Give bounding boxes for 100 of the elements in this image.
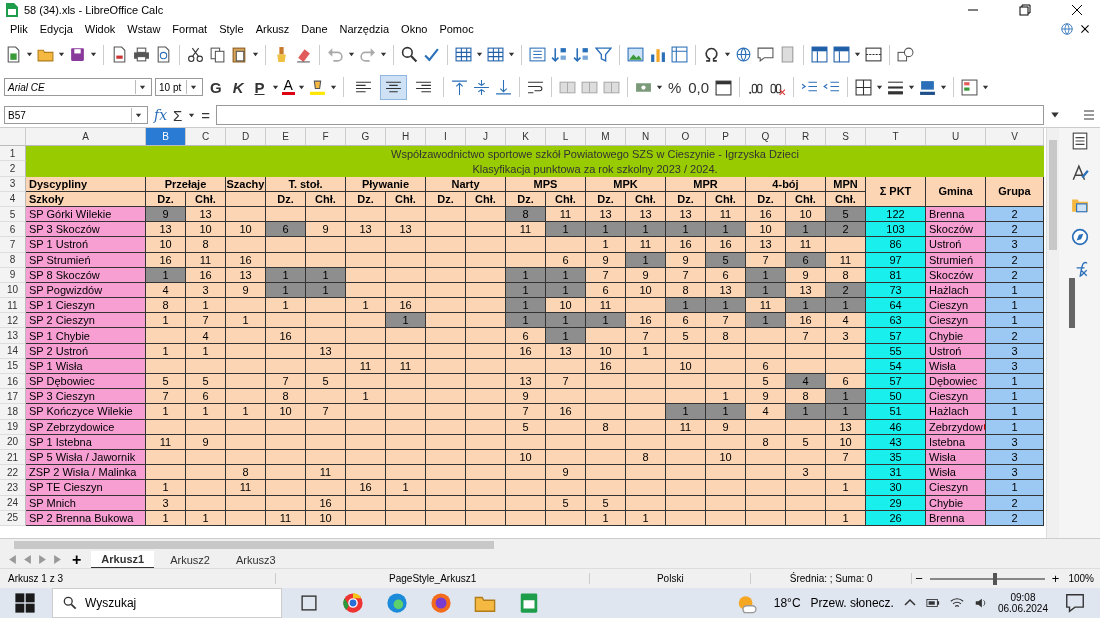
underline-button[interactable]: P <box>250 77 269 97</box>
row-header[interactable]: 16 <box>0 374 26 390</box>
save-icon[interactable] <box>69 46 86 64</box>
row-header[interactable]: 7 <box>0 237 26 253</box>
row-header[interactable]: 12 <box>0 313 26 329</box>
column-header[interactable]: R <box>786 128 826 147</box>
image-icon[interactable] <box>627 46 644 64</box>
eraser-icon[interactable] <box>295 46 312 64</box>
caret-icon[interactable] <box>940 83 948 91</box>
row-header[interactable]: 2 <box>0 161 26 177</box>
spreadsheet-icon[interactable] <box>518 592 540 614</box>
caret-icon[interactable] <box>908 83 916 91</box>
properties-icon[interactable] <box>1070 132 1089 151</box>
row-header[interactable]: 18 <box>0 404 26 420</box>
restore-icon[interactable] <box>1018 2 1032 17</box>
notifications-icon[interactable] <box>1064 592 1086 614</box>
formula-button[interactable]: = <box>201 106 211 124</box>
sheet-tab[interactable]: Arkusz2 <box>160 551 220 568</box>
sort-ascending-icon[interactable] <box>551 46 568 64</box>
freeze-icon[interactable] <box>833 46 850 64</box>
browser-icon[interactable] <box>342 592 364 614</box>
align-top-icon[interactable] <box>450 78 468 96</box>
menu-item[interactable]: Narzędzia <box>333 22 396 35</box>
row-header[interactable]: 23 <box>0 480 26 496</box>
caret-icon[interactable] <box>476 51 483 59</box>
grid-icon[interactable] <box>455 46 472 64</box>
search-icon[interactable] <box>401 46 418 64</box>
grid-icon[interactable] <box>487 46 504 64</box>
battery-icon[interactable] <box>925 596 940 610</box>
column-header[interactable]: K <box>506 128 546 147</box>
column-header[interactable]: P <box>706 128 746 147</box>
menu-item[interactable]: Format <box>166 22 214 35</box>
styles-icon[interactable] <box>1070 164 1089 183</box>
zoom-out-button[interactable]: − <box>912 571 926 587</box>
caret-icon[interactable] <box>876 83 884 91</box>
caret-icon[interactable] <box>189 83 197 91</box>
table-icon[interactable] <box>671 46 688 64</box>
row-header[interactable]: 1 <box>0 146 26 162</box>
comment-icon[interactable] <box>757 46 774 64</box>
conditional-format-icon[interactable] <box>961 78 979 96</box>
column-header[interactable]: F <box>306 128 346 147</box>
freeze-icon[interactable] <box>811 46 828 64</box>
caret-icon[interactable] <box>26 51 33 59</box>
horizontal-scrollbar[interactable] <box>14 541 494 550</box>
border-color-icon[interactable] <box>919 78 937 96</box>
browser-icon[interactable] <box>386 592 408 614</box>
function-wizard-button[interactable]: fx <box>154 107 168 124</box>
caret-icon[interactable] <box>508 51 515 59</box>
sheet-tab[interactable]: Arkusz3 <box>225 551 286 568</box>
caret-icon[interactable] <box>982 83 990 91</box>
column-header[interactable]: E <box>266 128 306 147</box>
caret-icon[interactable] <box>90 51 97 59</box>
font-name-field[interactable]: Arial CE <box>4 78 152 97</box>
vertical-scrollbar[interactable] <box>1046 128 1059 539</box>
compass-icon[interactable] <box>1070 228 1089 247</box>
column-header[interactable]: D <box>226 128 266 147</box>
speaker-icon[interactable] <box>973 596 988 610</box>
align-bottom-icon[interactable] <box>494 78 512 96</box>
sort-ascending-icon[interactable] <box>573 46 590 64</box>
menu-item[interactable]: Arkusz <box>249 22 296 35</box>
menu-item[interactable]: Okno <box>395 22 434 35</box>
sum-button[interactable]: Σ <box>173 106 183 124</box>
menu-item[interactable]: Pomoc <box>433 22 480 35</box>
menu-item[interactable]: Edycja <box>33 22 79 35</box>
column-header[interactable]: H <box>386 128 426 147</box>
menu-item[interactable]: Dane <box>295 22 334 35</box>
column-header[interactable]: Q <box>746 128 786 147</box>
new-document-icon[interactable] <box>5 46 22 64</box>
globe-icon[interactable] <box>1060 21 1074 36</box>
column-header[interactable]: B <box>146 128 186 147</box>
globe-icon[interactable] <box>735 46 752 64</box>
task-view-icon[interactable] <box>298 592 320 614</box>
caret-icon[interactable] <box>329 83 337 91</box>
search-field[interactable]: Wyszukaj <box>52 588 282 618</box>
column-header[interactable]: O <box>666 128 706 147</box>
column-header[interactable]: I <box>426 128 466 147</box>
name-box[interactable]: B57 <box>4 106 148 125</box>
shapes-icon[interactable] <box>897 46 914 64</box>
clipboard-icon[interactable] <box>231 46 248 64</box>
highlighter-icon[interactable] <box>308 78 326 96</box>
alignment-button[interactable] <box>379 74 407 100</box>
italic-button[interactable]: K <box>228 77 248 97</box>
column-header[interactable]: M <box>586 128 626 147</box>
add-sheet-button[interactable]: + <box>68 550 86 569</box>
row-header[interactable]: 13 <box>0 328 26 344</box>
special-character-icon[interactable] <box>703 46 720 64</box>
caret-icon[interactable] <box>380 51 387 59</box>
font-color-button[interactable]: A <box>281 79 295 96</box>
column-header[interactable]: J <box>466 128 506 147</box>
zoom-in-button[interactable]: + <box>1048 571 1063 587</box>
caret-icon[interactable] <box>348 51 355 59</box>
print-preview-icon[interactable] <box>155 46 172 64</box>
caret-icon[interactable] <box>655 83 663 91</box>
caret-icon[interactable] <box>297 83 305 91</box>
column-header[interactable]: V <box>986 128 1044 147</box>
caret-icon[interactable] <box>854 51 861 59</box>
row-header[interactable]: 22 <box>0 465 26 481</box>
font-size-field[interactable]: 10 pt <box>155 78 203 97</box>
caret-icon[interactable] <box>271 83 279 91</box>
wifi-icon[interactable] <box>949 596 964 610</box>
